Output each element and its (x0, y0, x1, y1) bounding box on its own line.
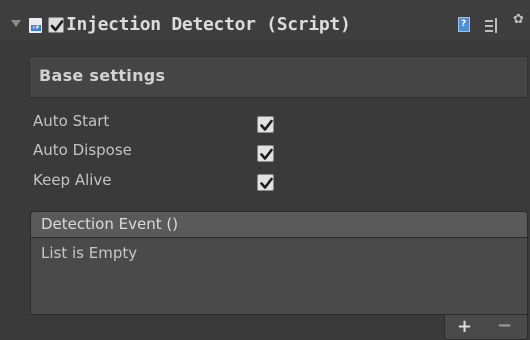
remove-button[interactable]: − (497, 315, 512, 336)
add-button[interactable]: + (457, 316, 472, 337)
component-title: Injection Detector (Script) (66, 14, 351, 35)
auto-start-checkbox[interactable] (257, 116, 274, 133)
keep-alive-label: Keep Alive (33, 171, 112, 189)
script-icon: c# (29, 18, 42, 33)
fold-arrow-icon[interactable] (11, 20, 21, 27)
auto-start-label: Auto Start (33, 112, 110, 130)
gear-icon[interactable]: ✿ (513, 12, 524, 27)
help-icon[interactable]: ? (458, 17, 470, 32)
detection-event-title: Detection Event () (41, 215, 179, 233)
preset-icon[interactable] (484, 18, 500, 33)
keep-alive-checkbox[interactable] (257, 174, 274, 191)
auto-dispose-label: Auto Dispose (33, 141, 132, 159)
detection-event-header: Detection Event () (30, 211, 528, 237)
list-footer: + − (444, 315, 528, 340)
detection-event-list: List is Empty (30, 237, 528, 315)
base-settings-header: Base settings (39, 66, 166, 85)
component-enabled-checkbox[interactable] (48, 17, 64, 33)
list-empty-text: List is Empty (41, 244, 138, 262)
base-settings-panel: Base settings (29, 56, 528, 98)
auto-dispose-checkbox[interactable] (257, 145, 274, 162)
component-header: c# Injection Detector (Script) ? ✿ (0, 0, 530, 40)
